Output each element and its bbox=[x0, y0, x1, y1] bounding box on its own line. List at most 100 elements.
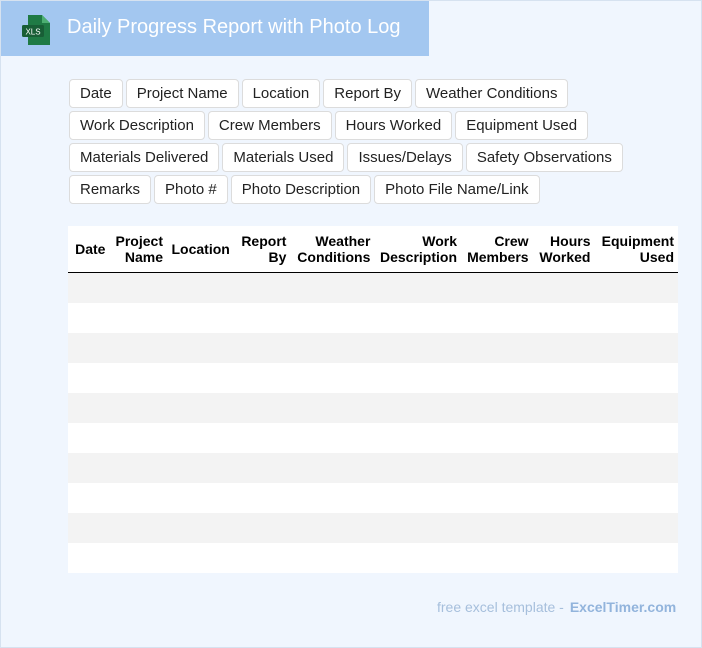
table-cell[interactable] bbox=[233, 303, 291, 333]
table-cell[interactable] bbox=[374, 513, 461, 543]
table-cell[interactable] bbox=[166, 453, 234, 483]
chip-work-description[interactable]: Work Description bbox=[69, 111, 205, 140]
table-cell[interactable] bbox=[532, 483, 595, 513]
chip-equipment-used[interactable]: Equipment Used bbox=[455, 111, 589, 140]
table-cell[interactable] bbox=[532, 303, 595, 333]
footer-brand-link[interactable]: ExcelTimer.com bbox=[570, 599, 676, 615]
table-cell[interactable] bbox=[532, 363, 595, 393]
table-cell[interactable] bbox=[109, 513, 167, 543]
table-cell[interactable] bbox=[594, 272, 678, 303]
table-cell[interactable] bbox=[290, 513, 375, 543]
column-header-hours-worked[interactable]: Hours Worked bbox=[532, 226, 595, 273]
table-cell[interactable] bbox=[109, 453, 167, 483]
table-cell[interactable] bbox=[68, 333, 110, 363]
table-cell[interactable] bbox=[233, 333, 291, 363]
table-cell[interactable] bbox=[166, 543, 234, 573]
chip-date[interactable]: Date bbox=[69, 79, 123, 108]
table-cell[interactable] bbox=[594, 303, 678, 333]
chip-weather-conditions[interactable]: Weather Conditions bbox=[414, 79, 569, 108]
table-cell[interactable] bbox=[166, 393, 234, 423]
table-cell[interactable] bbox=[594, 363, 678, 393]
chip-materials-delivered[interactable]: Materials Delivered bbox=[69, 143, 220, 172]
table-cell[interactable] bbox=[532, 453, 595, 483]
chip-crew-members[interactable]: Crew Members bbox=[207, 111, 332, 140]
table-cell[interactable] bbox=[233, 423, 291, 453]
chip-photo-description[interactable]: Photo Description bbox=[230, 175, 372, 204]
table-cell[interactable] bbox=[290, 393, 375, 423]
column-header-weather-conditions[interactable]: Weather Conditions bbox=[290, 226, 375, 273]
table-cell[interactable] bbox=[290, 423, 375, 453]
table-cell[interactable] bbox=[233, 543, 291, 573]
table-cell[interactable] bbox=[532, 513, 595, 543]
table-cell[interactable] bbox=[461, 363, 533, 393]
table-cell[interactable] bbox=[233, 272, 291, 303]
column-header-location[interactable]: Location bbox=[166, 226, 234, 273]
table-cell[interactable] bbox=[166, 272, 234, 303]
table-cell[interactable] bbox=[461, 393, 533, 423]
table-cell[interactable] bbox=[461, 303, 533, 333]
table-cell[interactable] bbox=[374, 483, 461, 513]
table-cell[interactable] bbox=[68, 363, 110, 393]
table-cell[interactable] bbox=[374, 333, 461, 363]
chip-photo-file-name-link[interactable]: Photo File Name/Link bbox=[374, 175, 540, 204]
column-header-project-name[interactable]: Project Name bbox=[109, 226, 167, 273]
chip-safety-observations[interactable]: Safety Observations bbox=[465, 143, 623, 172]
table-cell[interactable] bbox=[374, 543, 461, 573]
table-cell[interactable] bbox=[233, 393, 291, 423]
table-cell[interactable] bbox=[68, 423, 110, 453]
table-cell[interactable] bbox=[68, 543, 110, 573]
table-cell[interactable] bbox=[233, 513, 291, 543]
table-cell[interactable] bbox=[461, 513, 533, 543]
table-cell[interactable] bbox=[68, 453, 110, 483]
chip-project-name[interactable]: Project Name bbox=[125, 79, 239, 108]
chip-location[interactable]: Location bbox=[241, 79, 321, 108]
table-cell[interactable] bbox=[594, 483, 678, 513]
table-cell[interactable] bbox=[290, 483, 375, 513]
table-cell[interactable] bbox=[109, 393, 167, 423]
table-cell[interactable] bbox=[166, 363, 234, 393]
table-cell[interactable] bbox=[166, 303, 234, 333]
table-cell[interactable] bbox=[594, 393, 678, 423]
table-cell[interactable] bbox=[68, 513, 110, 543]
table-cell[interactable] bbox=[532, 333, 595, 363]
table-cell[interactable] bbox=[290, 453, 375, 483]
table-cell[interactable] bbox=[461, 543, 533, 573]
table-cell[interactable] bbox=[109, 272, 167, 303]
chip-materials-used[interactable]: Materials Used bbox=[222, 143, 345, 172]
table-cell[interactable] bbox=[290, 543, 375, 573]
chip-photo[interactable]: Photo # bbox=[154, 175, 228, 204]
table-cell[interactable] bbox=[68, 393, 110, 423]
table-cell[interactable] bbox=[374, 272, 461, 303]
table-cell[interactable] bbox=[166, 423, 234, 453]
table-cell[interactable] bbox=[109, 543, 167, 573]
table-cell[interactable] bbox=[109, 303, 167, 333]
table-cell[interactable] bbox=[68, 483, 110, 513]
table-cell[interactable] bbox=[68, 303, 110, 333]
table-cell[interactable] bbox=[166, 333, 234, 363]
table-cell[interactable] bbox=[594, 423, 678, 453]
table-cell[interactable] bbox=[233, 363, 291, 393]
column-header-equipment-used[interactable]: Equipment Used bbox=[594, 226, 678, 273]
table-cell[interactable] bbox=[461, 333, 533, 363]
table-cell[interactable] bbox=[594, 453, 678, 483]
table-cell[interactable] bbox=[461, 483, 533, 513]
table-cell[interactable] bbox=[68, 272, 110, 303]
table-cell[interactable] bbox=[532, 423, 595, 453]
column-header-report-by[interactable]: Report By bbox=[233, 226, 291, 273]
column-header-crew-members[interactable]: Crew Members bbox=[461, 226, 533, 273]
table-cell[interactable] bbox=[594, 333, 678, 363]
chip-issues-delays[interactable]: Issues/Delays bbox=[347, 143, 463, 172]
table-cell[interactable] bbox=[532, 393, 595, 423]
table-cell[interactable] bbox=[374, 453, 461, 483]
chip-hours-worked[interactable]: Hours Worked bbox=[334, 111, 453, 140]
table-cell[interactable] bbox=[461, 272, 533, 303]
table-cell[interactable] bbox=[290, 272, 375, 303]
table-cell[interactable] bbox=[374, 303, 461, 333]
table-cell[interactable] bbox=[532, 272, 595, 303]
report-table-container[interactable]: Date Project Name Location Report By Weather Co… bbox=[68, 226, 678, 573]
column-header-date[interactable]: Date bbox=[68, 226, 110, 273]
table-cell[interactable] bbox=[532, 543, 595, 573]
table-cell[interactable] bbox=[374, 363, 461, 393]
table-cell[interactable] bbox=[109, 333, 167, 363]
table-cell[interactable] bbox=[290, 303, 375, 333]
